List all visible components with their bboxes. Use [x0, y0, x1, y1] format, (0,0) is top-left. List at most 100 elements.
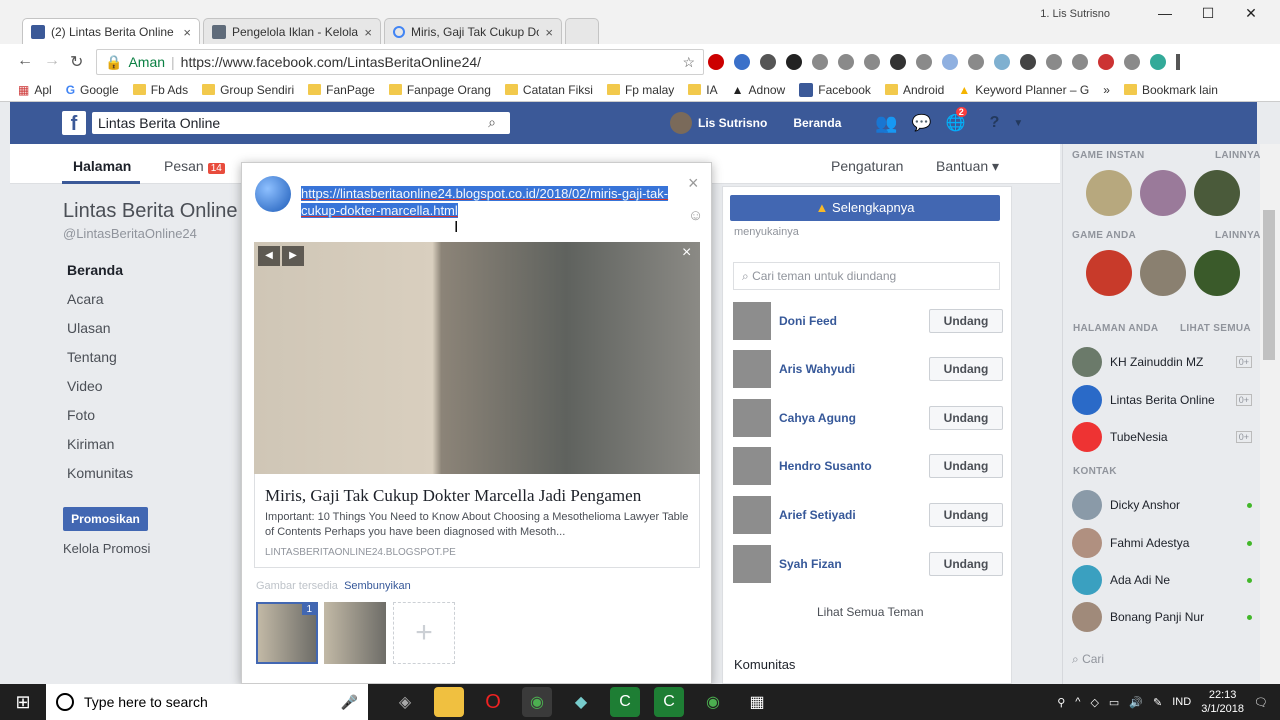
chevron-up-icon[interactable]: ^ — [1075, 696, 1080, 708]
page-handle[interactable]: @LintasBeritaOnline24 — [63, 226, 197, 241]
taskbar-search-input[interactable]: Type here to search 🎤 — [46, 684, 368, 720]
star-icon[interactable]: ☆ — [682, 54, 695, 71]
image-thumbnail[interactable]: 1 — [256, 602, 318, 664]
microphone-icon[interactable]: 🎤 — [341, 694, 358, 711]
sidebar-item-page[interactable]: KH Zainuddin MZ 0+ — [1072, 347, 1252, 377]
forward-icon[interactable]: → — [44, 52, 60, 70]
notifications-icon[interactable]: 🗨 — [1254, 696, 1268, 709]
contact-item[interactable]: Bonang Panji Nur — [1072, 602, 1252, 632]
game-icon[interactable] — [1086, 250, 1132, 296]
more-link[interactable]: LAINNYA — [1215, 150, 1261, 161]
bookmark-folder[interactable]: Catatan Fiksi — [504, 83, 593, 97]
extension-icon[interactable] — [916, 54, 932, 70]
windows-start-icon[interactable]: ⊞ — [0, 692, 46, 713]
manage-promotions-link[interactable]: Kelola Promosi — [63, 541, 150, 556]
maximize-button[interactable]: ☐ — [1193, 5, 1223, 22]
emoji-icon[interactable]: ☺ — [688, 207, 703, 224]
next-image-button[interactable]: ▶ — [282, 246, 304, 266]
invite-button[interactable]: Undang — [929, 406, 1003, 430]
nav-item-ulasan[interactable]: Ulasan — [67, 320, 133, 336]
bookmark-folder[interactable]: FanPage — [308, 83, 375, 97]
extension-icon[interactable] — [968, 54, 984, 70]
chrome-icon[interactable]: ◉ — [522, 687, 552, 717]
close-dialog-icon[interactable]: × — [688, 173, 699, 194]
tab-lintas-berita[interactable]: (2) Lintas Berita Online - × — [22, 18, 200, 45]
extension-icon[interactable] — [1098, 54, 1114, 70]
close-icon[interactable]: × — [364, 25, 372, 40]
sidebar-item-page[interactable]: TubeNesia 0+ — [1072, 422, 1252, 452]
clock[interactable]: 22:13 3/1/2018 — [1201, 688, 1244, 716]
opera-icon[interactable]: O — [478, 687, 508, 717]
menu-icon[interactable] — [1176, 54, 1180, 70]
bookmark-folder[interactable]: Group Sendiri — [202, 83, 294, 97]
contact-item[interactable]: Ada Adi Ne — [1072, 565, 1252, 595]
close-window-button[interactable]: ✕ — [1236, 5, 1266, 22]
add-icon[interactable]: 0+ — [1235, 431, 1252, 443]
extension-icon[interactable] — [734, 54, 750, 70]
bookmark-other[interactable]: Bookmark lain — [1123, 83, 1218, 97]
help-icon[interactable]: ? — [990, 114, 1000, 132]
link-preview-description[interactable]: Important: 10 Things You Need to Know Ab… — [265, 510, 690, 540]
nav-item-komunitas[interactable]: Komunitas — [67, 465, 133, 481]
facebook-search-input[interactable]: Lintas Berita Online ⌕ — [92, 112, 510, 134]
bookmark-facebook[interactable]: Facebook — [799, 82, 871, 97]
extension-icon[interactable] — [1124, 54, 1140, 70]
game-icon[interactable] — [1086, 170, 1132, 216]
extension-icon[interactable] — [1020, 54, 1036, 70]
profile-name[interactable]: 1. Lis Sutrisno — [1040, 8, 1110, 20]
nav-item-video[interactable]: Video — [67, 378, 133, 394]
more-bookmarks-button[interactable]: » — [1103, 83, 1110, 97]
reload-icon[interactable]: ↻ — [70, 52, 83, 72]
tab-bantuan[interactable]: Bantuan ▾ — [936, 158, 999, 175]
facebook-logo[interactable]: f — [62, 111, 86, 135]
tab-pengaturan[interactable]: Pengaturan — [831, 158, 903, 174]
close-icon[interactable]: × — [545, 25, 553, 40]
camtasia-icon[interactable]: C — [610, 687, 640, 717]
app-icon[interactable]: ◆ — [566, 687, 596, 717]
tab-miris-gaji[interactable]: Miris, Gaji Tak Cukup Do × — [384, 18, 562, 45]
messages-icon[interactable]: 💬 — [912, 113, 932, 133]
promote-button[interactable]: Promosikan — [63, 507, 148, 531]
sidebar-item-page[interactable]: Lintas Berita Online 0+ — [1072, 385, 1252, 415]
back-icon[interactable]: ← — [17, 52, 33, 70]
nav-item-beranda[interactable]: Beranda — [67, 262, 133, 278]
new-tab-button[interactable] — [565, 18, 599, 45]
nav-item-tentang[interactable]: Tentang — [67, 349, 133, 365]
extension-icon[interactable] — [994, 54, 1010, 70]
game-icon[interactable] — [1194, 250, 1240, 296]
extension-icon[interactable] — [812, 54, 828, 70]
search-icon[interactable]: ⌕ — [488, 114, 496, 131]
previous-image-button[interactable]: ◀ — [258, 246, 280, 266]
pen-icon[interactable]: ✎ — [1153, 696, 1162, 709]
file-explorer-icon[interactable] — [434, 687, 464, 717]
friend-search-input[interactable]: ⌕ Cari teman untuk diundang — [733, 262, 1000, 290]
see-all-pages-link[interactable]: LIHAT SEMUA — [1180, 323, 1251, 334]
game-icon[interactable] — [1140, 250, 1186, 296]
add-icon[interactable]: 0+ — [1235, 394, 1252, 406]
camtasia-recorder-icon[interactable]: C — [654, 687, 684, 717]
home-link[interactable]: Beranda — [793, 116, 841, 130]
page-title[interactable]: Lintas Berita Online — [63, 200, 238, 223]
extension-icon[interactable] — [890, 54, 906, 70]
link-preview-title[interactable]: Miris, Gaji Tak Cukup Dokter Marcella Ja… — [265, 486, 690, 506]
profile-link[interactable]: Lis Sutrisno — [670, 112, 767, 134]
minimize-button[interactable]: — — [1150, 5, 1180, 21]
invite-button[interactable]: Undang — [929, 454, 1003, 478]
address-bar[interactable]: 🔒 Aman | https://www.facebook.com/Lintas… — [96, 49, 704, 75]
add-image-button[interactable]: + — [393, 602, 455, 664]
bookmark-folder[interactable]: Fanpage Orang — [388, 83, 491, 97]
remove-image-icon[interactable]: × — [682, 244, 691, 262]
chat-search-input[interactable]: ⌕ Cari — [1072, 652, 1104, 667]
post-text-input[interactable]: https://lintasberitaonline24.blogspot.co… — [301, 185, 681, 219]
extension-icon[interactable] — [838, 54, 854, 70]
image-thumbnail[interactable] — [324, 602, 386, 664]
chrome-icon[interactable]: ◉ — [698, 687, 728, 717]
nav-item-acara[interactable]: Acara — [67, 291, 133, 307]
nav-item-foto[interactable]: Foto — [67, 407, 133, 423]
hide-images-link[interactable]: Sembunyikan — [344, 580, 411, 592]
contact-item[interactable]: Dicky Anshor — [1072, 490, 1252, 520]
tab-pengelola-iklan[interactable]: Pengelola Iklan - Kelola I × — [203, 18, 381, 45]
close-icon[interactable]: × — [183, 25, 191, 40]
add-icon[interactable]: 0+ — [1235, 356, 1252, 368]
calculator-icon[interactable]: ▦ — [742, 687, 772, 717]
